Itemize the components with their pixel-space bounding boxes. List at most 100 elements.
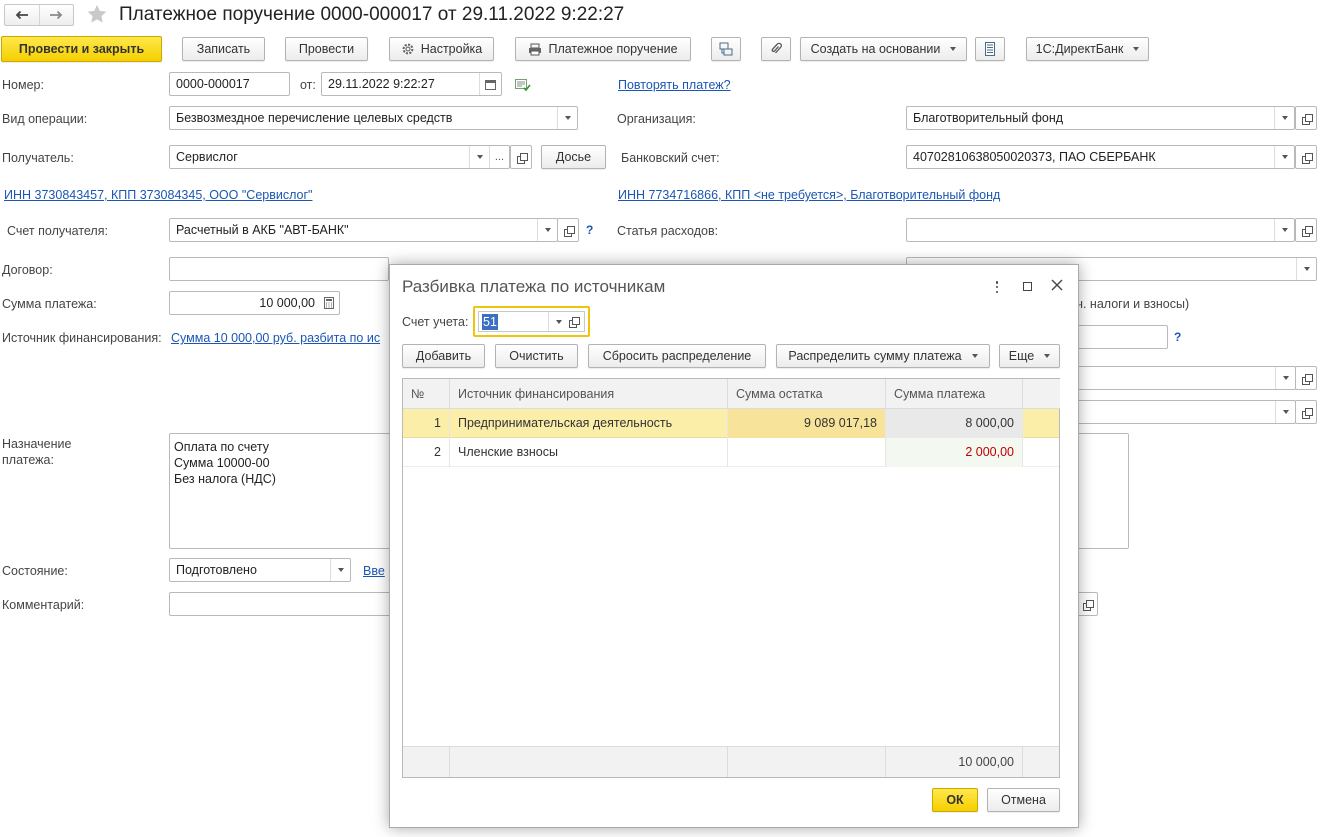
calculator-icon[interactable] xyxy=(319,292,339,314)
table-row[interactable]: 1 Предпринимательская деятельность 9 089… xyxy=(403,409,1059,438)
open-recipient-button[interactable] xyxy=(510,145,532,169)
close-icon[interactable] xyxy=(1051,279,1063,294)
funding-source-link[interactable]: Сумма 10 000,00 руб. разбита по ис xyxy=(171,331,380,345)
chevron-down-icon xyxy=(1133,47,1140,51)
organization-inn-link[interactable]: ИНН 7734716866, КПП <не требуется>, Благ… xyxy=(618,188,1000,202)
column-header-extra xyxy=(1023,379,1060,409)
create-based-on-button[interactable]: Создать на основании xyxy=(800,37,967,61)
distribute-amount-button[interactable]: Распределить сумму платежа xyxy=(776,344,990,368)
footer-cell xyxy=(728,746,886,777)
account-field[interactable]: 51 xyxy=(473,306,590,337)
expense-item-field[interactable] xyxy=(906,218,1295,242)
back-arrow-icon[interactable] xyxy=(5,5,40,25)
more-vertical-icon[interactable] xyxy=(993,279,1001,295)
post-button[interactable]: Провести xyxy=(285,37,368,61)
right-field-3[interactable] xyxy=(1075,366,1296,390)
cancel-button[interactable]: Отмена xyxy=(987,788,1060,812)
structure-button[interactable] xyxy=(711,37,741,61)
dropdown-icon[interactable] xyxy=(1296,258,1316,280)
dropdown-icon[interactable] xyxy=(1275,367,1295,389)
open-icon xyxy=(1301,113,1313,125)
recipient-account-field[interactable]: Расчетный в АКБ "АВТ-БАНК" xyxy=(169,218,558,242)
funding-source-label: Источник финансирования: xyxy=(2,331,162,345)
right-field-2[interactable] xyxy=(1075,325,1168,349)
organization-label: Организация: xyxy=(617,112,696,126)
posting-status-icon[interactable] xyxy=(515,79,531,95)
recipient-account-label: Счет получателя: xyxy=(7,224,108,238)
report-list-icon xyxy=(985,42,995,56)
sources-table[interactable]: № Источник финансирования Сумма остатка … xyxy=(402,378,1060,778)
gear-icon xyxy=(402,43,414,55)
attach-button[interactable] xyxy=(761,37,791,61)
bank-account-field[interactable]: 40702810638050020373, ПАО СБЕРБАНК xyxy=(906,145,1295,169)
open-recipient-account-button[interactable] xyxy=(557,218,579,242)
chevron-down-icon xyxy=(1044,354,1051,358)
clear-button[interactable]: Очистить xyxy=(495,344,578,368)
post-and-close-button[interactable]: Провести и закрыть xyxy=(1,36,162,62)
amount-field[interactable]: 10 000,00 xyxy=(169,291,340,315)
right-field-4[interactable] xyxy=(1075,400,1296,424)
taxes-hint: .ч. налоги и взносы) xyxy=(1073,297,1190,311)
date-field[interactable]: 29.11.2022 9:22:27 xyxy=(321,72,502,96)
help-question-mark[interactable]: ? xyxy=(1174,330,1181,344)
settings-button[interactable]: Настройка xyxy=(389,37,494,61)
paperclip-icon xyxy=(771,42,782,54)
row-payment[interactable]: 8 000,00 xyxy=(886,409,1023,438)
open-right-field-3-button[interactable] xyxy=(1295,366,1317,390)
column-header-source[interactable]: Источник финансирования xyxy=(450,379,728,409)
dropdown-icon[interactable] xyxy=(1274,219,1294,241)
column-header-number[interactable]: № xyxy=(403,379,450,409)
open-organization-button[interactable] xyxy=(1295,106,1317,130)
maximize-icon[interactable] xyxy=(1023,282,1032,291)
row-source: Членские взносы xyxy=(450,438,728,467)
chevron-down-icon xyxy=(971,354,978,358)
repeat-payment-link[interactable]: Повторять платеж? xyxy=(618,78,731,92)
favorite-star-icon[interactable] xyxy=(86,3,108,28)
calendar-icon[interactable] xyxy=(479,73,501,95)
report-button[interactable] xyxy=(975,37,1005,61)
footer-cell xyxy=(403,746,450,777)
payment-order-print-button[interactable]: Платежное поручение xyxy=(515,37,691,61)
recipient-inn-link[interactable]: ИНН 3730843457, КПП 373084345, ООО "Серв… xyxy=(4,188,312,202)
save-button[interactable]: Записать xyxy=(182,37,265,61)
open-icon[interactable] xyxy=(564,312,582,331)
open-bank-account-button[interactable] xyxy=(1295,145,1317,169)
reset-distribution-button[interactable]: Сбросить распределение xyxy=(588,344,766,368)
organization-field[interactable]: Благотворительный фонд xyxy=(906,106,1295,130)
operation-type-field[interactable]: Безвозмездное перечисление целевых средс… xyxy=(169,106,578,130)
contract-field[interactable] xyxy=(169,257,389,281)
more-button[interactable]: Еще xyxy=(999,344,1060,368)
date-label: от: xyxy=(300,78,316,92)
open-comment-button[interactable] xyxy=(1076,592,1098,616)
directbank-button[interactable]: 1С:ДиректБанк xyxy=(1026,37,1149,61)
dropdown-icon[interactable] xyxy=(537,219,557,241)
open-icon xyxy=(563,225,575,237)
select-ellipsis-button[interactable]: ... xyxy=(489,146,509,168)
row-number: 2 xyxy=(403,438,450,467)
state-field[interactable]: Подготовлено xyxy=(169,558,351,582)
dropdown-icon[interactable] xyxy=(469,146,489,168)
document-structure-icon xyxy=(719,42,733,56)
ok-button[interactable]: ОК xyxy=(932,788,978,812)
dropdown-icon[interactable] xyxy=(1275,401,1295,423)
chevron-down-icon xyxy=(950,47,957,51)
recipient-field[interactable]: Сервислог ... xyxy=(169,145,510,169)
row-payment[interactable]: 2 000,00 xyxy=(886,438,1023,467)
open-icon xyxy=(1301,152,1313,164)
column-header-balance[interactable]: Сумма остатка xyxy=(728,379,886,409)
dropdown-icon[interactable] xyxy=(1274,107,1294,129)
add-button[interactable]: Добавить xyxy=(402,344,485,368)
open-right-field-4-button[interactable] xyxy=(1295,400,1317,424)
help-question-mark[interactable]: ? xyxy=(586,223,593,237)
dropdown-icon[interactable] xyxy=(557,107,577,129)
table-row[interactable]: 2 Членские взносы 2 000,00 xyxy=(403,438,1059,467)
forward-arrow-icon[interactable] xyxy=(40,5,74,25)
dropdown-icon[interactable] xyxy=(1274,146,1294,168)
state-extra-link[interactable]: Вве xyxy=(363,564,385,578)
number-field[interactable]: 0000-000017 xyxy=(169,72,290,96)
column-header-payment[interactable]: Сумма платежа xyxy=(886,379,1023,409)
dropdown-icon[interactable] xyxy=(330,559,350,581)
open-expense-item-button[interactable] xyxy=(1295,218,1317,242)
footer-cell xyxy=(1023,746,1059,777)
dossier-button[interactable]: Досье xyxy=(541,145,606,169)
